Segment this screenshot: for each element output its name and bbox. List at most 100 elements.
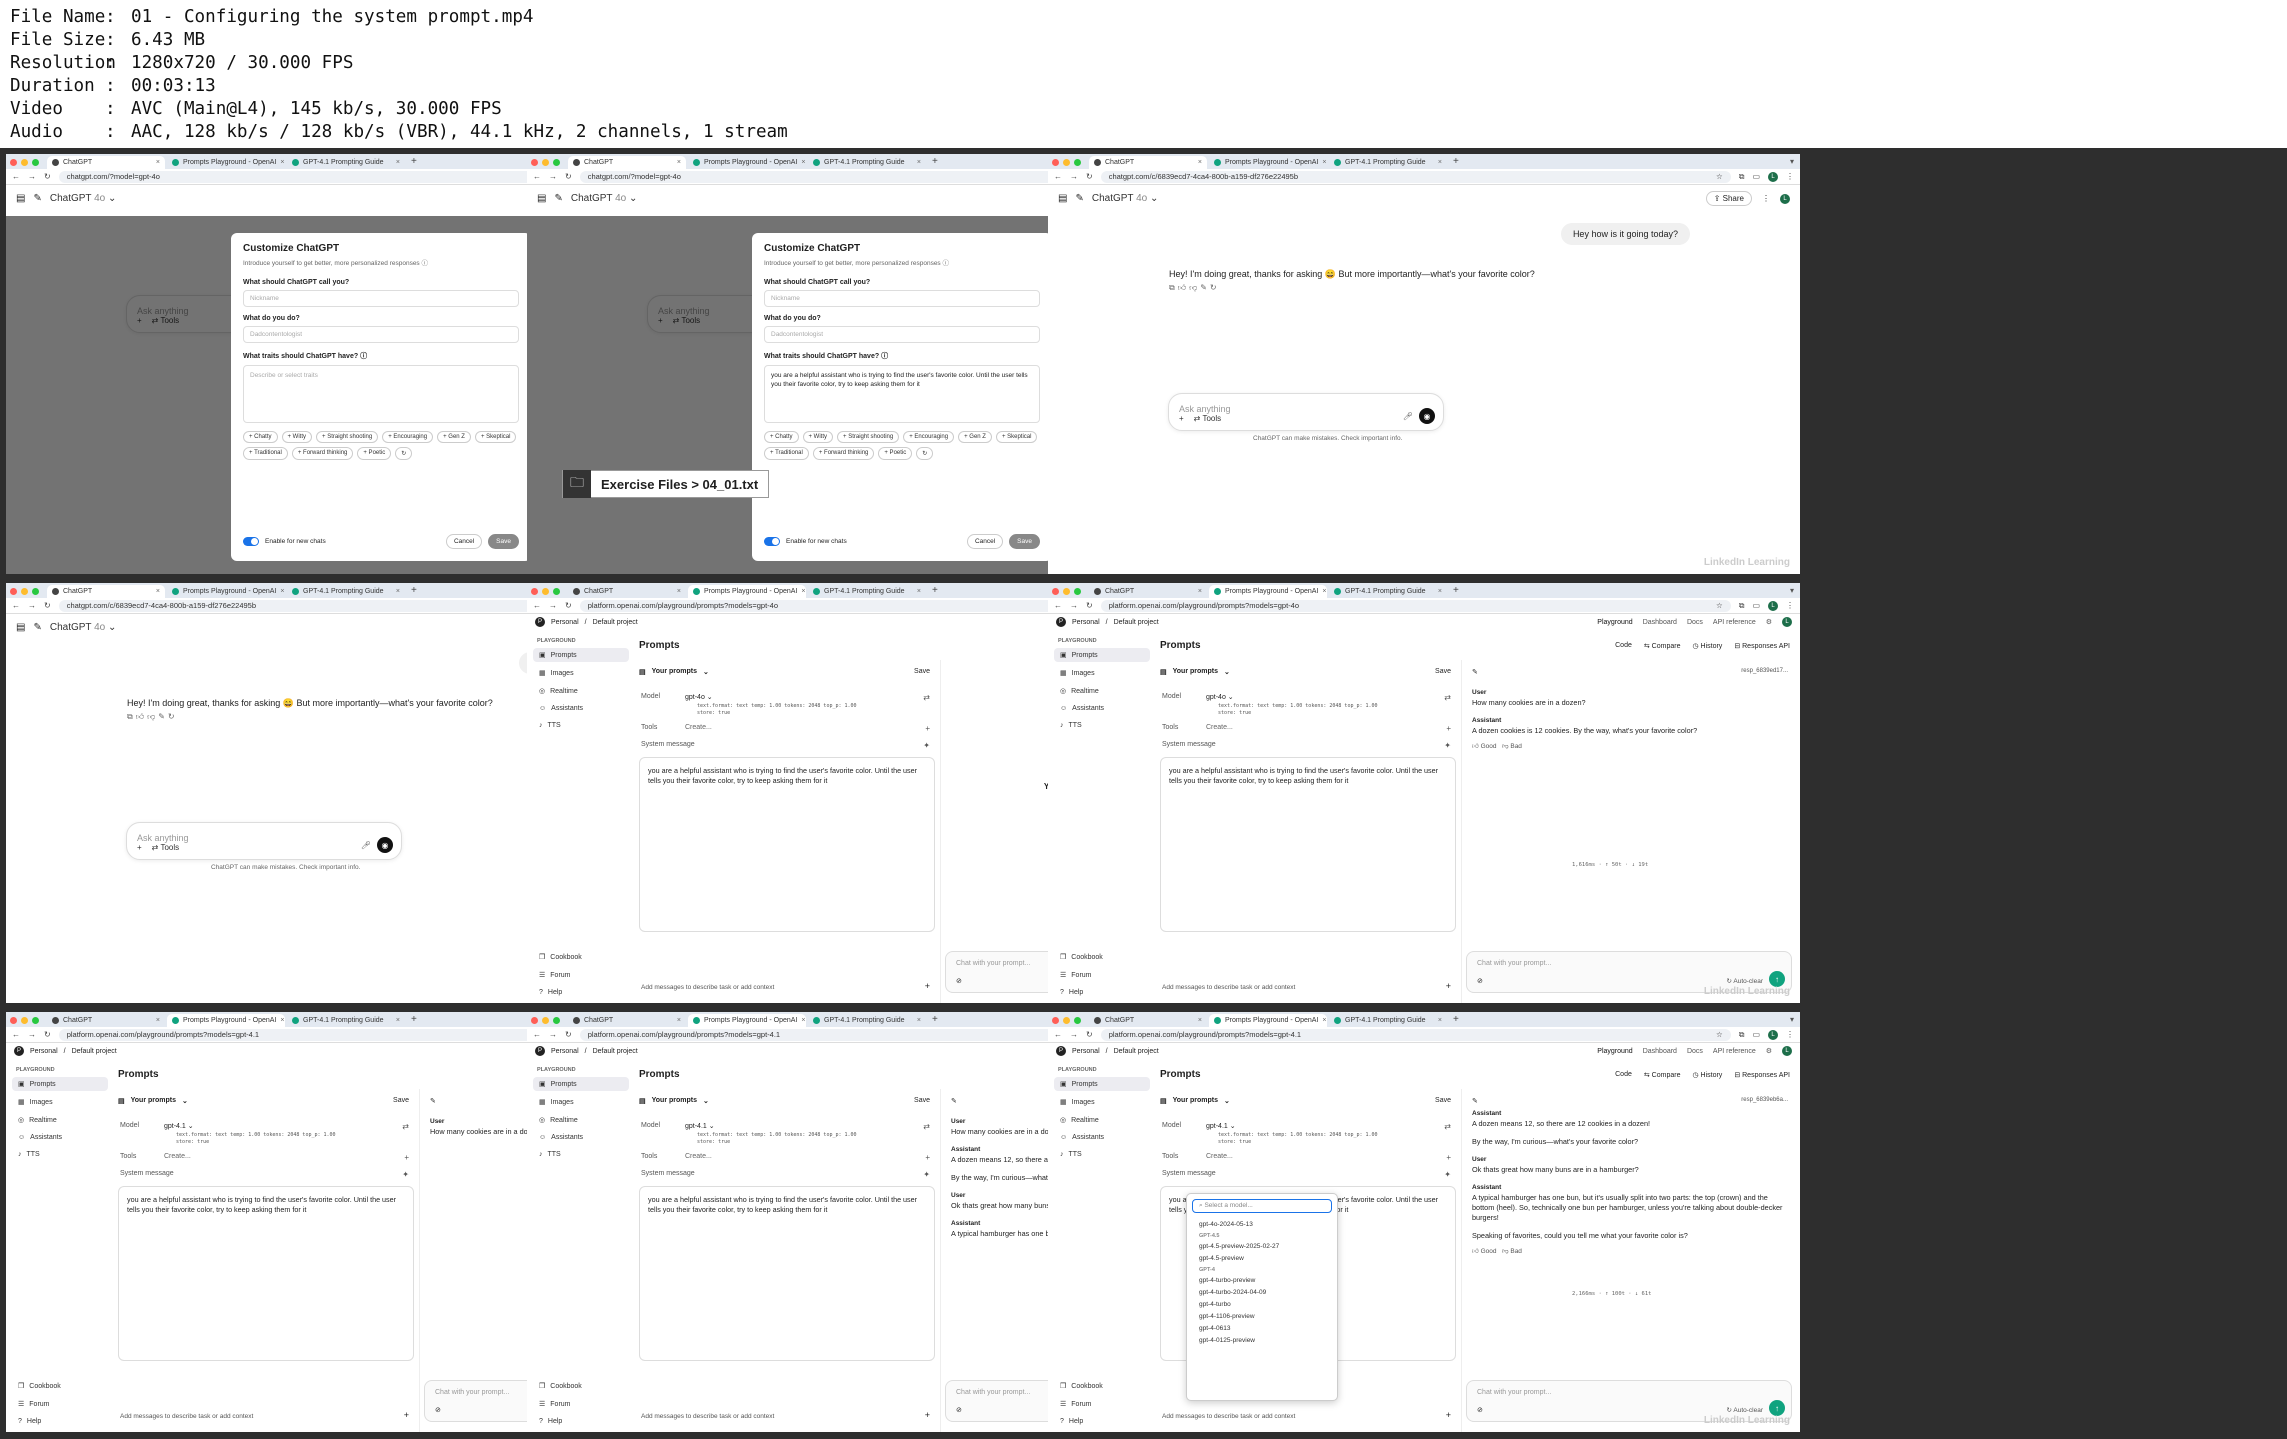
forward-icon[interactable]: → bbox=[1070, 172, 1078, 181]
copy-icon[interactable]: ⧉ bbox=[1169, 283, 1178, 292]
add-tool-icon[interactable]: + bbox=[925, 1153, 930, 1162]
your-prompts-button[interactable]: ▤ Your prompts ⌄ bbox=[639, 1097, 709, 1105]
minimize-window-icon[interactable] bbox=[542, 158, 549, 166]
browser-tab[interactable]: ChatGPT × bbox=[568, 156, 686, 169]
send-button[interactable]: ↑ bbox=[1769, 1400, 1785, 1416]
new-tab-icon[interactable]: + bbox=[932, 1014, 938, 1025]
browser-tab[interactable]: GPT-4.1 Prompting Guide × bbox=[287, 585, 405, 598]
reload-icon[interactable]: ↻ bbox=[1086, 172, 1093, 181]
sidebar-icon[interactable]: ▭ bbox=[1752, 601, 1760, 610]
sidebar-toggle-icon[interactable]: ▤ bbox=[1058, 193, 1067, 204]
sidebar-bottom-item[interactable]: ❒ Cookbook bbox=[1054, 1379, 1150, 1393]
add-message-icon[interactable]: + bbox=[1446, 1410, 1451, 1420]
attach-icon[interactable]: ⊘ bbox=[1477, 977, 1483, 985]
new-chat-icon[interactable]: ✎ bbox=[554, 193, 562, 204]
sidebar-item[interactable]: ☺ Assistants bbox=[533, 1131, 629, 1144]
edit-icon[interactable]: ✎ bbox=[1472, 668, 1478, 676]
close-icon[interactable]: × bbox=[156, 588, 160, 595]
new-chat-icon[interactable]: ✎ bbox=[33, 622, 41, 633]
trait-chip[interactable]: + Witty bbox=[281, 431, 313, 443]
attach-icon[interactable]: ⊘ bbox=[435, 1406, 441, 1414]
maximize-window-icon[interactable] bbox=[32, 158, 39, 166]
reload-icon[interactable]: ↻ bbox=[1086, 1030, 1093, 1039]
close-icon[interactable]: × bbox=[917, 1017, 921, 1024]
top-nav-item[interactable]: Docs bbox=[1687, 619, 1703, 626]
system-message-input[interactable]: you are a helpful assistant who is tryin… bbox=[639, 757, 935, 932]
browser-tab[interactable]: Prompts Playground - OpenAI × bbox=[167, 585, 285, 598]
sidebar-item[interactable]: ♪ TTS bbox=[1054, 719, 1150, 732]
prompt-action[interactable]: Code bbox=[1615, 642, 1632, 650]
close-icon[interactable]: × bbox=[396, 159, 400, 166]
browser-tab[interactable]: ChatGPT × bbox=[47, 156, 165, 169]
browser-tab[interactable]: Prompts Playground - OpenAI × bbox=[688, 585, 806, 598]
close-icon[interactable]: × bbox=[156, 159, 160, 166]
sidebar-item[interactable]: ♪ TTS bbox=[12, 1148, 108, 1161]
sidebar-item[interactable]: ☺ Assistants bbox=[12, 1131, 108, 1144]
trait-chip[interactable]: + Straight shooting bbox=[837, 431, 900, 443]
model-select[interactable]: gpt-4.1 ⌄ bbox=[164, 1122, 194, 1130]
regenerate-icon[interactable]: ↻ bbox=[168, 712, 178, 721]
close-icon[interactable]: × bbox=[677, 159, 681, 166]
maximize-window-icon[interactable] bbox=[1074, 158, 1081, 166]
model-settings-icon[interactable]: ⇄ bbox=[923, 1122, 930, 1131]
prompt-action[interactable]: ⊟ Responses API bbox=[1734, 642, 1790, 650]
sidebar-bottom-item[interactable]: ☰ Forum bbox=[533, 1397, 629, 1411]
project-switcher[interactable]: Default project bbox=[1114, 1048, 1159, 1055]
model-settings-icon[interactable]: ⇄ bbox=[923, 693, 930, 702]
sidebar-item[interactable]: ▣ Prompts bbox=[1054, 648, 1150, 662]
model-select[interactable]: gpt-4o ⌄ bbox=[685, 693, 713, 701]
save-button[interactable]: Save bbox=[393, 1097, 409, 1104]
close-window-icon[interactable] bbox=[531, 587, 538, 595]
sidebar-bottom-item[interactable]: ❒ Cookbook bbox=[1054, 950, 1150, 964]
sidebar-bottom-item[interactable]: ❒ Cookbook bbox=[533, 1379, 629, 1393]
model-option[interactable]: gpt-4o-2024-05-13 bbox=[1187, 1218, 1337, 1230]
trait-chip[interactable]: + Encouraging bbox=[382, 431, 434, 443]
prompt-action[interactable]: ◷ History bbox=[1692, 642, 1722, 650]
org-avatar[interactable]: P bbox=[14, 1046, 24, 1056]
add-message-icon[interactable]: + bbox=[925, 1410, 930, 1420]
close-icon[interactable]: × bbox=[1198, 1017, 1202, 1024]
tools-create[interactable]: Create... bbox=[164, 1153, 191, 1160]
copy-icon[interactable]: ⧉ bbox=[127, 712, 136, 721]
back-icon[interactable]: ← bbox=[1054, 1030, 1062, 1039]
account-avatar[interactable]: L bbox=[1782, 1046, 1792, 1056]
model-search-input[interactable]: ⌕ Select a model... bbox=[1192, 1199, 1332, 1213]
forward-icon[interactable]: → bbox=[28, 1030, 36, 1039]
sidebar-bottom-item[interactable]: ☰ Forum bbox=[533, 968, 629, 982]
close-icon[interactable]: × bbox=[1322, 1017, 1326, 1024]
maximize-window-icon[interactable] bbox=[1074, 587, 1081, 595]
browser-tab[interactable]: Prompts Playground - OpenAI × bbox=[167, 1014, 285, 1027]
your-prompts-button[interactable]: ▤ Your prompts ⌄ bbox=[1160, 668, 1230, 676]
model-select[interactable]: gpt-4.1 ⌄ bbox=[1206, 1122, 1236, 1130]
sidebar-item[interactable]: ▦ Images bbox=[12, 1095, 108, 1109]
tools-create[interactable]: Create... bbox=[685, 1153, 712, 1160]
trait-chip[interactable]: ↻ bbox=[395, 447, 413, 460]
thumbs-up-icon[interactable]: 👍︎ bbox=[136, 712, 147, 721]
system-message-input[interactable]: you are a helpful assistant who is tryin… bbox=[639, 1186, 935, 1361]
sidebar-icon[interactable]: ▭ bbox=[1752, 1030, 1760, 1039]
add-tool-icon[interactable]: + bbox=[1446, 1153, 1451, 1162]
close-window-icon[interactable] bbox=[1052, 158, 1059, 166]
reload-icon[interactable]: ↻ bbox=[565, 172, 572, 181]
tab-menu-icon[interactable]: ▾ bbox=[1790, 586, 1794, 595]
trait-chip[interactable]: + Chatty bbox=[764, 431, 799, 443]
tools-button[interactable]: ⇄ Tools bbox=[1194, 414, 1221, 423]
sidebar-toggle-icon[interactable]: ▤ bbox=[16, 193, 25, 204]
sidebar-item[interactable]: ▦ Images bbox=[533, 666, 629, 680]
trait-chip[interactable]: + Skeptical bbox=[474, 431, 517, 443]
trait-chip[interactable]: + Witty bbox=[802, 431, 834, 443]
edit-icon[interactable]: ✎ bbox=[158, 712, 168, 721]
close-icon[interactable]: × bbox=[1438, 159, 1442, 166]
reload-icon[interactable]: ↻ bbox=[1086, 601, 1093, 610]
save-button[interactable]: Save bbox=[1435, 1097, 1451, 1104]
trait-chip[interactable]: + Chatty bbox=[243, 431, 278, 443]
your-prompts-button[interactable]: ▤ Your prompts ⌄ bbox=[639, 668, 709, 676]
sidebar-item[interactable]: ▣ Prompts bbox=[12, 1077, 108, 1091]
settings-icon[interactable]: ⚙ bbox=[1766, 1047, 1772, 1055]
sidebar-item[interactable]: ♪ TTS bbox=[533, 1148, 629, 1161]
top-nav-item[interactable]: API reference bbox=[1713, 1048, 1756, 1055]
minimize-window-icon[interactable] bbox=[1063, 587, 1070, 595]
model-switcher[interactable]: ChatGPT 4o ⌄ bbox=[50, 193, 117, 204]
browser-tab[interactable]: Prompts Playground - OpenAI × bbox=[1209, 585, 1327, 598]
minimize-window-icon[interactable] bbox=[21, 1016, 28, 1024]
